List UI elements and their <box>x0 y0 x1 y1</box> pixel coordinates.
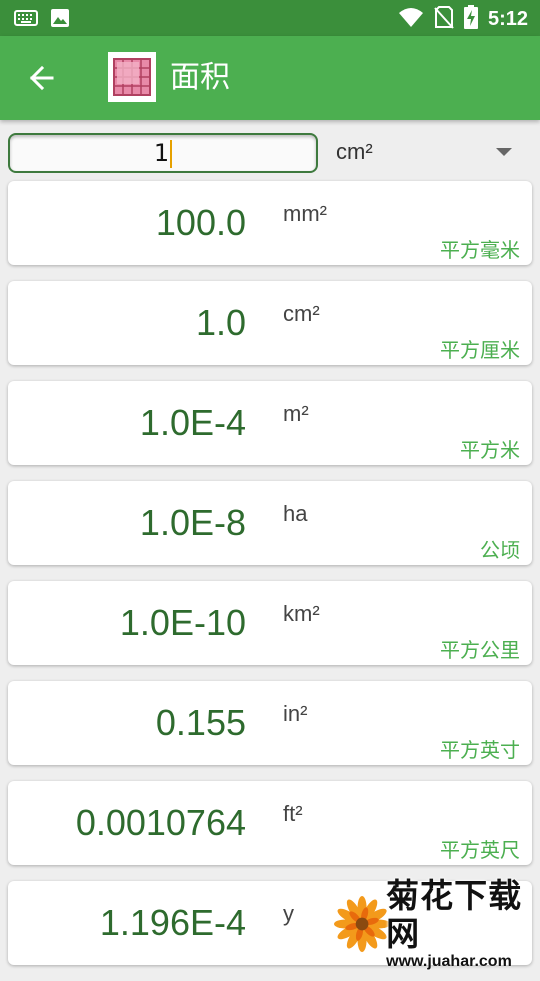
no-sim-icon <box>434 5 454 33</box>
result-value: 0.0010764 <box>75 802 246 843</box>
result-card[interactable]: 1.0E-10 km² 平方公里 <box>8 581 532 665</box>
unit-dropdown-value: cm² <box>336 139 373 164</box>
area-grid-icon <box>108 52 156 102</box>
result-card[interactable]: 1.0E-4 m² 平方米 <box>8 381 532 465</box>
result-unit-name: 平方厘米 <box>440 338 520 362</box>
status-time: 5:12 <box>487 8 528 30</box>
watermark-url: www.juahar.com <box>386 953 512 970</box>
result-unit: km² <box>283 601 320 626</box>
result-value: 1.0E-4 <box>139 402 246 443</box>
result-value: 0.155 <box>155 702 246 743</box>
value-input-text: 1 <box>153 139 170 167</box>
input-row: 1 cm² <box>0 120 540 178</box>
page-title: 面积 <box>170 60 230 95</box>
result-unit-name: 平方英寸 <box>440 738 520 762</box>
result-card[interactable]: 0.0010764 ft² 平方英尺 <box>8 781 532 865</box>
result-unit-name: 平方米 <box>460 438 520 462</box>
result-card[interactable]: 1.0E-8 ha 公顷 <box>8 481 532 565</box>
battery-charging-icon <box>463 5 478 33</box>
result-unit-name: 平方公里 <box>440 638 520 662</box>
wifi-icon <box>398 6 424 32</box>
result-unit: ha <box>283 501 308 526</box>
value-input[interactable]: 1 <box>8 133 318 173</box>
text-caret <box>170 140 173 168</box>
image-icon <box>50 8 70 32</box>
result-unit-name: 平方英尺 <box>440 838 520 862</box>
result-card[interactable]: 0.155 in² 平方英寸 <box>8 681 532 765</box>
result-value: 1.196E-4 <box>99 902 246 943</box>
result-unit: ft² <box>283 801 303 826</box>
keyboard-icon <box>14 10 38 30</box>
app-bar: 面积 <box>0 36 540 120</box>
result-unit-name: 平方毫米 <box>440 238 520 262</box>
result-unit: in² <box>283 701 308 726</box>
results-list: 100.0 mm² 平方毫米 1.0 cm² 平方厘米 1.0E-4 m² 平方… <box>8 181 532 981</box>
result-unit: mm² <box>283 201 327 226</box>
watermark: 菊花下载网 www.juahar.com <box>290 877 540 970</box>
result-value: 100.0 <box>155 202 246 243</box>
unit-dropdown[interactable]: cm² <box>322 133 532 173</box>
watermark-title: 菊花下载网 <box>386 876 523 953</box>
status-bar: 5:12 <box>0 0 540 36</box>
result-unit: m² <box>283 401 309 426</box>
back-button[interactable] <box>22 58 62 98</box>
arrow-left-icon <box>29 65 54 91</box>
result-value: 1.0E-10 <box>119 602 246 643</box>
result-unit-name: 公顷 <box>480 538 520 562</box>
result-unit: cm² <box>283 301 320 326</box>
result-card[interactable]: 1.0 cm² 平方厘米 <box>8 281 532 365</box>
result-card[interactable]: 100.0 mm² 平方毫米 <box>8 181 532 265</box>
dropdown-arrow-icon <box>496 148 512 156</box>
flower-logo-icon <box>334 895 391 953</box>
result-value: 1.0E-8 <box>139 502 246 543</box>
result-value: 1.0 <box>195 302 246 343</box>
